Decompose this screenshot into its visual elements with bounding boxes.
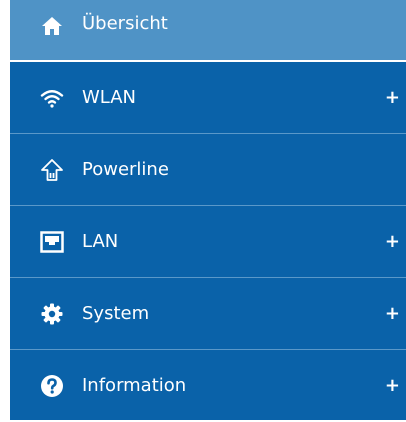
expand-plus-icon[interactable]: + bbox=[385, 376, 400, 396]
expand-plus-icon[interactable]: + bbox=[385, 87, 400, 108]
nav-item-information[interactable]: Information + bbox=[10, 350, 406, 422]
nav-item-system[interactable]: System + bbox=[10, 278, 406, 350]
expand-plus-icon[interactable]: + bbox=[385, 303, 400, 324]
help-icon bbox=[40, 374, 64, 398]
wifi-icon bbox=[40, 86, 64, 110]
home-icon bbox=[40, 14, 64, 38]
nav-item-label: Übersicht bbox=[82, 13, 168, 34]
powerline-icon bbox=[40, 158, 64, 182]
nav-item-label: WLAN bbox=[82, 86, 137, 108]
ethernet-port-icon bbox=[40, 230, 64, 254]
sidebar-navigation: Übersicht WLAN + Powerline LAN + System … bbox=[10, 0, 406, 420]
nav-item-label: Powerline bbox=[82, 158, 169, 180]
nav-item-wlan[interactable]: WLAN + bbox=[10, 62, 406, 134]
gear-icon bbox=[40, 302, 64, 326]
nav-item-label: System bbox=[82, 302, 150, 324]
nav-item-label: Information bbox=[82, 375, 187, 396]
nav-item-uebersicht[interactable]: Übersicht bbox=[10, 0, 406, 62]
nav-item-lan[interactable]: LAN + bbox=[10, 206, 406, 278]
expand-plus-icon[interactable]: + bbox=[385, 231, 400, 252]
nav-item-powerline[interactable]: Powerline bbox=[10, 134, 406, 206]
nav-item-label: LAN bbox=[82, 230, 119, 252]
